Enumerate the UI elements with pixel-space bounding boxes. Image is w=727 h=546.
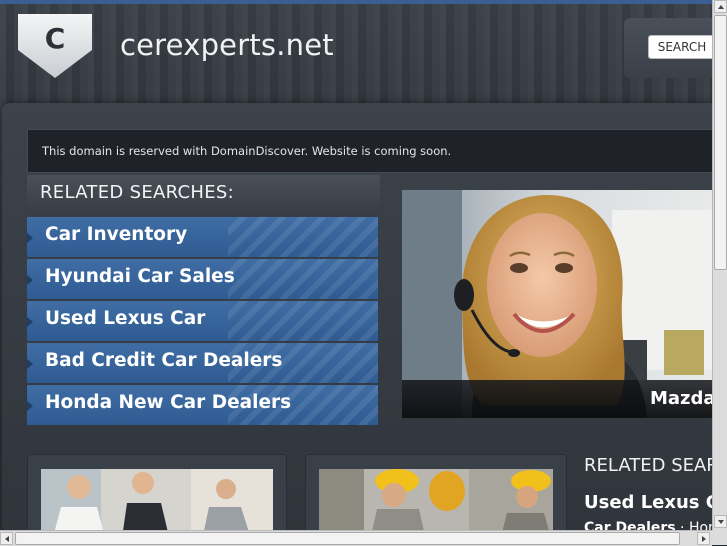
scroll-down-button[interactable]	[714, 515, 727, 528]
horizontal-scroll-thumb[interactable]	[15, 532, 680, 545]
thumbnail-card-business[interactable]	[27, 454, 287, 530]
related-link-label: Honda New Car Dealers	[45, 392, 292, 413]
related-searches-title: RELATED SEARCHES:	[40, 182, 234, 203]
mechanics-photo	[319, 469, 553, 530]
page: C cerexperts.net SEARCH This domain is r…	[0, 0, 712, 530]
logo-letter: C	[44, 22, 66, 55]
search-button[interactable]: SEARCH	[648, 35, 712, 59]
related-right-subtext[interactable]: Car Dealers · Hon	[584, 520, 712, 530]
horizontal-scrollbar[interactable]	[0, 530, 712, 546]
related-link-hyundai-car-sales[interactable]: Hyundai Car Sales	[27, 259, 378, 299]
scroll-left-button[interactable]	[0, 532, 13, 545]
arrow-down-icon	[718, 520, 724, 524]
related-searches-panel: RELATED SEARCHES: Car Inventory Hyundai …	[27, 175, 380, 427]
site-logo[interactable]: C	[18, 14, 92, 78]
arrow-right-icon	[702, 536, 706, 542]
vertical-scroll-thumb[interactable]	[714, 15, 727, 270]
scrollbar-corner	[712, 530, 727, 545]
related-link-car-inventory[interactable]: Car Inventory	[27, 217, 378, 257]
related-link-used-lexus-car[interactable]: Used Lexus Car	[27, 301, 378, 341]
related-searches-header: RELATED SEARCHES:	[27, 175, 380, 215]
arrow-right-icon	[27, 275, 33, 285]
top-accent-bar	[0, 0, 712, 4]
related-link-label: Bad Credit Car Dealers	[45, 350, 283, 371]
related-searches-right-title: RELATED SEAR	[584, 455, 712, 476]
arrow-right-icon	[27, 359, 33, 369]
arrow-right-icon	[27, 401, 33, 411]
related-link-label: Car Inventory	[45, 224, 188, 245]
notice-text: This domain is reserved with DomainDisco…	[42, 144, 452, 158]
related-link-honda-new-car-dealers[interactable]: Honda New Car Dealers	[27, 385, 378, 425]
notice-bar: This domain is reserved with DomainDisco…	[27, 129, 712, 173]
thumbnail-image	[41, 469, 273, 530]
related-link-label: Used Lexus Car	[45, 308, 206, 329]
featured-caption-text: Mazda	[650, 388, 712, 409]
thumbnail-image	[319, 469, 553, 530]
search-panel: SEARCH	[624, 18, 712, 78]
thumbnail-card-mechanic[interactable]	[305, 454, 567, 530]
businessmen-photo	[41, 469, 273, 530]
featured-photo[interactable]: Mazda	[402, 190, 712, 418]
related-right-sub-rest: · Hon	[680, 520, 712, 530]
related-link-bad-credit-car-dealers[interactable]: Bad Credit Car Dealers	[27, 343, 378, 383]
scroll-up-button[interactable]	[714, 0, 727, 13]
featured-photo-caption[interactable]: Mazda	[402, 380, 712, 418]
related-right-link[interactable]: Used Lexus Ca	[584, 492, 712, 513]
vertical-scrollbar[interactable]	[712, 0, 727, 530]
scroll-right-button[interactable]	[697, 532, 710, 545]
site-title[interactable]: cerexperts.net	[120, 28, 334, 62]
arrow-left-icon	[5, 536, 9, 542]
arrow-up-icon	[718, 5, 724, 9]
arrow-right-icon	[27, 233, 33, 243]
arrow-right-icon	[27, 317, 33, 327]
related-right-sub-bold: Car Dealers	[584, 520, 676, 530]
related-link-label: Hyundai Car Sales	[45, 266, 235, 287]
